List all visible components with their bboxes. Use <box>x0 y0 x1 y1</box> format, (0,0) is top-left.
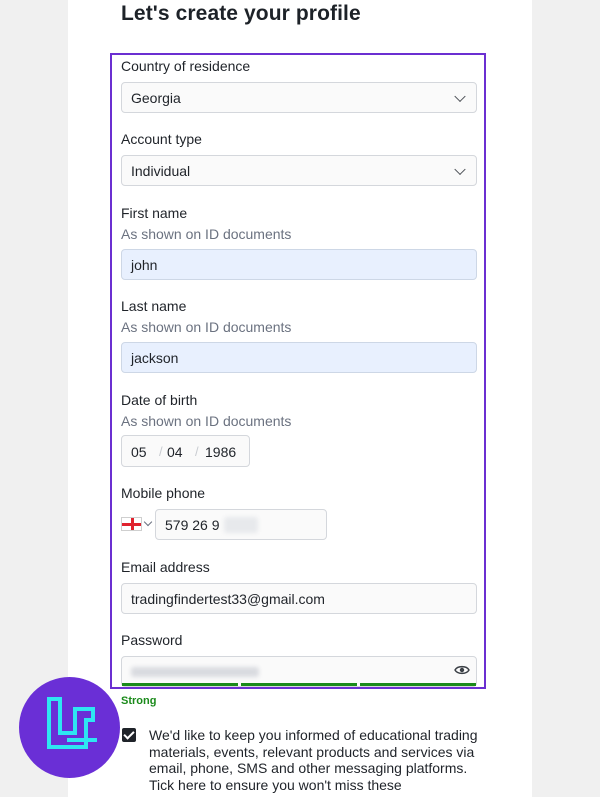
first-name-input[interactable]: john <box>121 249 477 280</box>
eye-icon[interactable] <box>454 664 470 676</box>
first-name-hint: As shown on ID documents <box>121 226 292 242</box>
chevron-down-icon <box>143 517 153 527</box>
phone-value: 579 26 9 <box>165 516 220 533</box>
phone-label: Mobile phone <box>121 485 206 501</box>
strength-bar-segment <box>241 683 357 686</box>
country-code-select[interactable] <box>121 516 155 534</box>
account-type-value: Individual <box>131 162 191 179</box>
password-strength-text: Strong <box>121 695 157 707</box>
last-name-label: Last name <box>121 298 187 314</box>
email-label: Email address <box>121 559 210 575</box>
password-masked <box>131 666 259 677</box>
tradingfinder-logo <box>19 677 120 778</box>
email-input[interactable]: tradingfindertest33@gmail.com <box>121 583 477 614</box>
chevron-down-icon <box>454 90 466 102</box>
password-label: Password <box>121 632 183 648</box>
consent-text: We'd like to keep you informed of educat… <box>149 727 478 793</box>
dob-separator: / <box>195 444 199 459</box>
redacted-digits <box>223 516 258 533</box>
dob-month-input[interactable]: 04 <box>167 444 183 460</box>
georgia-flag-icon <box>121 517 142 531</box>
country-value: Georgia <box>131 89 181 106</box>
phone-input[interactable]: 579 26 9 <box>155 509 327 540</box>
country-select[interactable]: Georgia <box>121 82 477 113</box>
page-title: Let's create your profile <box>121 2 361 25</box>
last-name-hint: As shown on ID documents <box>121 319 292 335</box>
country-label: Country of residence <box>121 58 251 74</box>
dob-label: Date of birth <box>121 392 198 408</box>
consent-checkbox[interactable] <box>122 728 136 742</box>
account-type-label: Account type <box>121 131 202 147</box>
first-name-value: john <box>131 256 158 273</box>
last-name-value: jackson <box>131 349 179 366</box>
first-name-label: First name <box>121 205 188 221</box>
account-type-select[interactable]: Individual <box>121 155 477 186</box>
dob-hint: As shown on ID documents <box>121 413 292 429</box>
strength-bar-segment <box>360 683 476 686</box>
dob-separator: / <box>159 444 163 459</box>
email-value: tradingfindertest33@gmail.com <box>131 590 325 607</box>
chevron-down-icon <box>454 163 466 175</box>
dob-day-input[interactable]: 05 <box>131 444 147 460</box>
dob-year-input[interactable]: 1986 <box>205 444 236 460</box>
logo-mark-icon <box>47 697 97 749</box>
dob-field: 05 / 04 / 1986 <box>121 435 250 467</box>
strength-bar-segment <box>122 683 238 686</box>
last-name-input[interactable]: jackson <box>121 342 477 373</box>
